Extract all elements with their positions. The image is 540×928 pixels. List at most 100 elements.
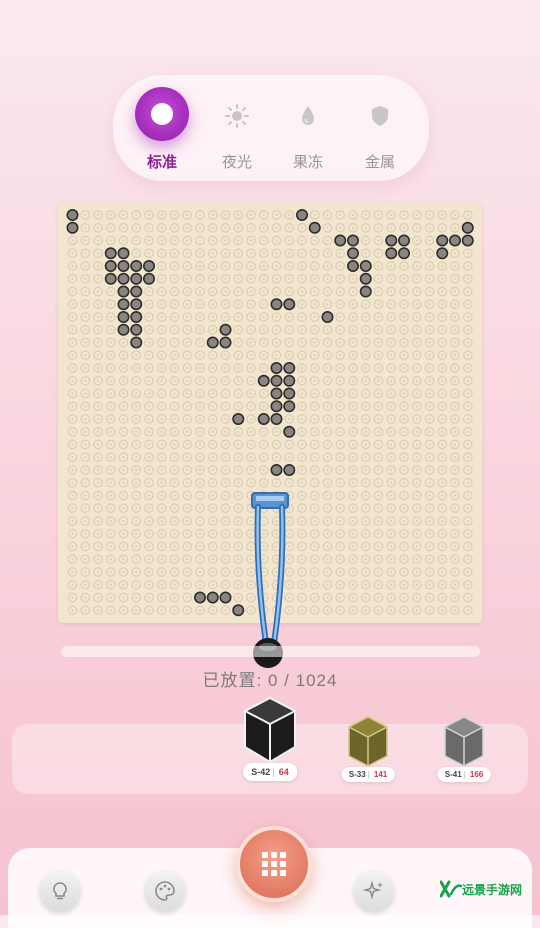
bead[interactable] xyxy=(257,413,270,426)
bead[interactable] xyxy=(270,374,283,387)
peg-center xyxy=(96,366,100,370)
bead[interactable] xyxy=(117,285,130,298)
bead[interactable] xyxy=(104,272,117,285)
bead[interactable] xyxy=(385,234,398,247)
bead[interactable] xyxy=(130,259,143,272)
bead[interactable] xyxy=(397,247,410,260)
bead[interactable] xyxy=(66,221,79,234)
peg-center xyxy=(147,213,151,217)
bead[interactable] xyxy=(359,272,372,285)
bead[interactable] xyxy=(283,463,296,476)
bead[interactable] xyxy=(117,298,130,311)
bead[interactable] xyxy=(346,234,359,247)
bead[interactable] xyxy=(219,323,232,336)
bead[interactable] xyxy=(346,247,359,260)
bead[interactable] xyxy=(283,362,296,375)
peg-center xyxy=(160,570,163,574)
bead[interactable] xyxy=(219,336,232,349)
bead[interactable] xyxy=(461,234,474,247)
peg-center xyxy=(96,481,100,484)
mode-standard[interactable]: 标准 xyxy=(127,75,197,181)
peg-center xyxy=(441,290,444,293)
peg-center xyxy=(313,264,316,268)
bead[interactable] xyxy=(117,247,130,260)
mode-metal[interactable]: 金属 xyxy=(345,75,415,181)
bead[interactable] xyxy=(296,209,309,221)
bead[interactable] xyxy=(283,374,296,387)
bead[interactable] xyxy=(397,234,410,247)
bead[interactable] xyxy=(104,247,117,260)
bead[interactable] xyxy=(130,285,143,298)
peg-center xyxy=(339,328,342,331)
peg-center xyxy=(428,609,431,612)
peg-center xyxy=(147,494,151,497)
peg-center xyxy=(377,239,380,242)
peg-center xyxy=(173,430,176,433)
bead[interactable] xyxy=(117,311,130,324)
peg-center xyxy=(96,596,100,599)
peg-center xyxy=(249,405,253,408)
bead[interactable] xyxy=(143,259,156,272)
mode-glow[interactable]: 夜光 xyxy=(202,75,272,181)
bead[interactable] xyxy=(321,311,334,324)
bead[interactable] xyxy=(143,272,156,285)
bead[interactable] xyxy=(270,387,283,400)
peg-center xyxy=(249,290,253,293)
peg-center xyxy=(211,519,214,523)
bead[interactable] xyxy=(194,591,207,604)
palette-button[interactable] xyxy=(144,870,186,912)
bead[interactable] xyxy=(117,323,130,336)
mode-label: 果冻 xyxy=(292,154,323,171)
bead[interactable] xyxy=(270,298,283,311)
bead[interactable] xyxy=(66,209,79,221)
bead[interactable] xyxy=(219,591,232,604)
bead[interactable] xyxy=(117,272,130,285)
bead[interactable] xyxy=(257,374,270,387)
peg-center xyxy=(135,354,138,357)
color-swatch-s33[interactable]: S-33 | 141 xyxy=(341,714,395,786)
bead[interactable] xyxy=(232,413,245,426)
bead[interactable] xyxy=(359,285,372,298)
bead[interactable] xyxy=(104,259,117,272)
bead[interactable] xyxy=(334,234,347,247)
bead[interactable] xyxy=(448,234,461,247)
peg-center xyxy=(135,405,138,408)
bead[interactable] xyxy=(117,259,130,272)
bead[interactable] xyxy=(206,336,219,349)
mode-jelly[interactable]: 果冻 xyxy=(273,75,343,181)
peg-center xyxy=(211,252,214,255)
color-swatch-s42[interactable]: S-42 | 64 xyxy=(240,695,300,787)
bead[interactable] xyxy=(461,221,474,234)
bead[interactable] xyxy=(283,298,296,311)
bead[interactable] xyxy=(130,336,143,349)
hint-button[interactable] xyxy=(39,870,81,912)
peg-center xyxy=(96,443,100,446)
color-swatch-s41[interactable]: S-41 | 166 xyxy=(437,714,491,786)
bead[interactable] xyxy=(346,259,359,272)
peg-center xyxy=(173,417,176,421)
peg-center xyxy=(402,290,406,293)
bead[interactable] xyxy=(270,400,283,413)
bead[interactable] xyxy=(130,298,143,311)
bead[interactable] xyxy=(130,323,143,336)
bead[interactable] xyxy=(359,259,372,272)
bead[interactable] xyxy=(283,400,296,413)
bead[interactable] xyxy=(283,387,296,400)
peg-center xyxy=(160,468,163,472)
bead[interactable] xyxy=(385,247,398,260)
bead[interactable] xyxy=(436,234,449,247)
peg-center xyxy=(364,328,367,331)
bead[interactable] xyxy=(206,591,219,604)
bead[interactable] xyxy=(130,311,143,324)
bead[interactable] xyxy=(270,413,283,426)
bead[interactable] xyxy=(283,425,296,438)
sparkle-button[interactable] xyxy=(353,870,395,912)
bead[interactable] xyxy=(270,362,283,375)
peg-center xyxy=(326,379,329,382)
peg-center xyxy=(237,290,240,293)
bead[interactable] xyxy=(130,272,143,285)
bead[interactable] xyxy=(308,221,321,234)
bead[interactable] xyxy=(436,247,449,260)
bead[interactable] xyxy=(270,463,283,476)
grid-button[interactable] xyxy=(236,826,312,902)
